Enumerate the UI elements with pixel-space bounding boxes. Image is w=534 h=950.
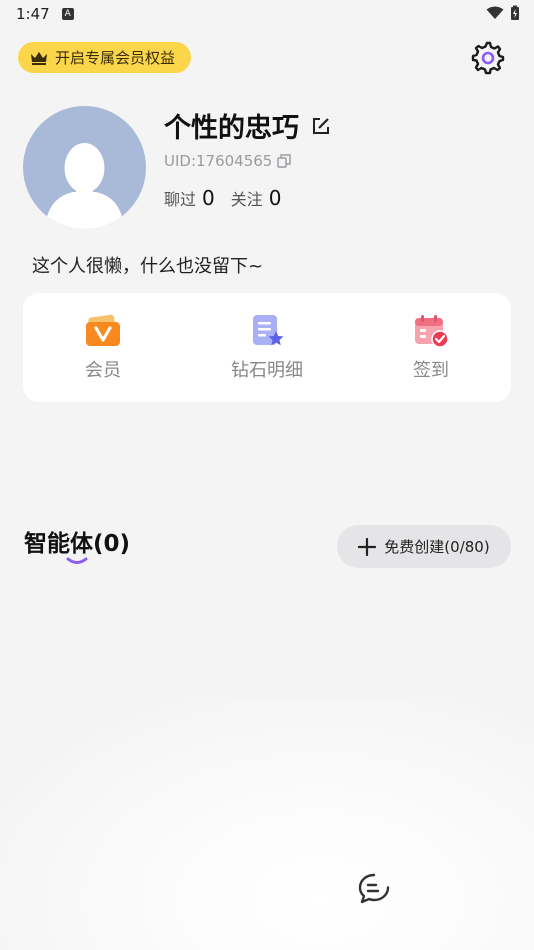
shortcut-diamond-detail[interactable]: 钻石明细 <box>187 314 347 382</box>
agents-tab-title[interactable]: 智能体(0) <box>24 524 130 558</box>
copy-icon[interactable] <box>277 154 292 168</box>
chatted-count[interactable]: 0 <box>202 186 215 210</box>
shortcut-label: 签到 <box>413 359 449 381</box>
username: 个性的忠巧 <box>164 113 299 144</box>
stats-row: 聊过 0 关注 0 <box>164 186 298 210</box>
diamond-detail-icon <box>253 314 284 345</box>
vip-benefits-label: 开启专属会员权益 <box>55 49 176 67</box>
shortcut-card: 会员 钻石明细 签到 <box>23 293 511 402</box>
plus-icon <box>358 537 377 556</box>
vip-icon <box>86 314 120 346</box>
settings-gear-icon[interactable] <box>470 40 506 76</box>
create-agent-button[interactable]: 免费创建(0/80) <box>337 525 511 568</box>
uid-row: UID:17604565 <box>164 152 292 170</box>
chat-bubble-icon[interactable] <box>356 870 392 906</box>
notification-icon: A <box>61 8 74 20</box>
vip-benefits-button[interactable]: 开启专属会员权益 <box>18 42 191 73</box>
crown-icon <box>31 51 47 65</box>
create-agent-label: 免费创建(0/80) <box>384 538 490 556</box>
following-label: 关注 <box>230 190 263 209</box>
calendar-checkin-icon <box>415 314 449 348</box>
tab-indicator <box>66 557 88 564</box>
avatar[interactable] <box>23 106 146 229</box>
status-time: 1:47 <box>16 5 50 23</box>
status-icons <box>486 5 520 21</box>
edit-icon[interactable] <box>311 116 331 136</box>
chatted-label: 聊过 <box>164 190 197 209</box>
shortcut-label: 钻石明细 <box>231 359 303 381</box>
default-avatar-icon <box>45 143 124 229</box>
battery-icon <box>511 5 519 20</box>
uid-text: UID:17604565 <box>164 152 273 170</box>
bottom-fade <box>0 700 534 950</box>
shortcut-label: 会员 <box>85 359 121 381</box>
username-row: 个性的忠巧 <box>164 106 331 145</box>
shortcut-vip[interactable]: 会员 <box>23 314 183 382</box>
wifi-icon <box>486 6 504 19</box>
following-count[interactable]: 0 <box>269 186 282 210</box>
shortcut-checkin[interactable]: 签到 <box>351 314 511 382</box>
status-bar: 1:47 A <box>0 0 534 28</box>
bio-text[interactable]: 这个人很懒，什么也没留下~ <box>32 252 263 278</box>
